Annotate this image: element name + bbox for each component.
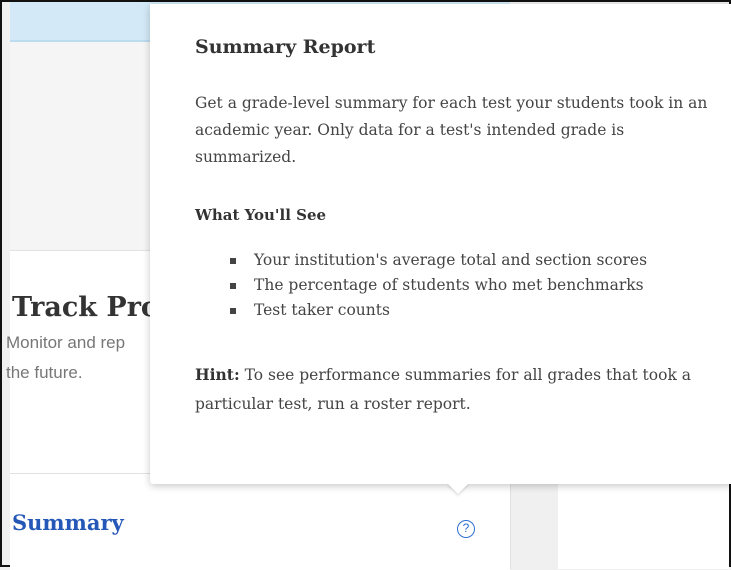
list-item: Your institution's average total and sec… (230, 248, 647, 273)
feature-list: Your institution's average total and sec… (230, 248, 647, 323)
hint-text: To see performance summaries for all gra… (195, 366, 692, 413)
right-panel (558, 472, 729, 569)
popover-title: Summary Report (195, 36, 376, 58)
popover-subheading: What You'll See (195, 206, 327, 224)
list-item: Test taker counts (230, 298, 647, 323)
hint-label: Hint: (195, 365, 240, 384)
track-progress-description: Monitor and rep the future. (6, 333, 126, 382)
summary-report-popover: Summary Report Get a grade-level summary… (150, 4, 731, 484)
popover-hint: Hint: To see performance summaries for a… (195, 360, 731, 419)
popover-arrow (447, 483, 469, 494)
popover-description: Get a grade-level summary for each test … (195, 94, 708, 166)
help-icon[interactable]: ? (457, 520, 475, 538)
right-gutter (510, 472, 559, 569)
summary-report-link[interactable]: Summary (12, 510, 124, 535)
list-item: The percentage of students who met bench… (230, 273, 647, 298)
